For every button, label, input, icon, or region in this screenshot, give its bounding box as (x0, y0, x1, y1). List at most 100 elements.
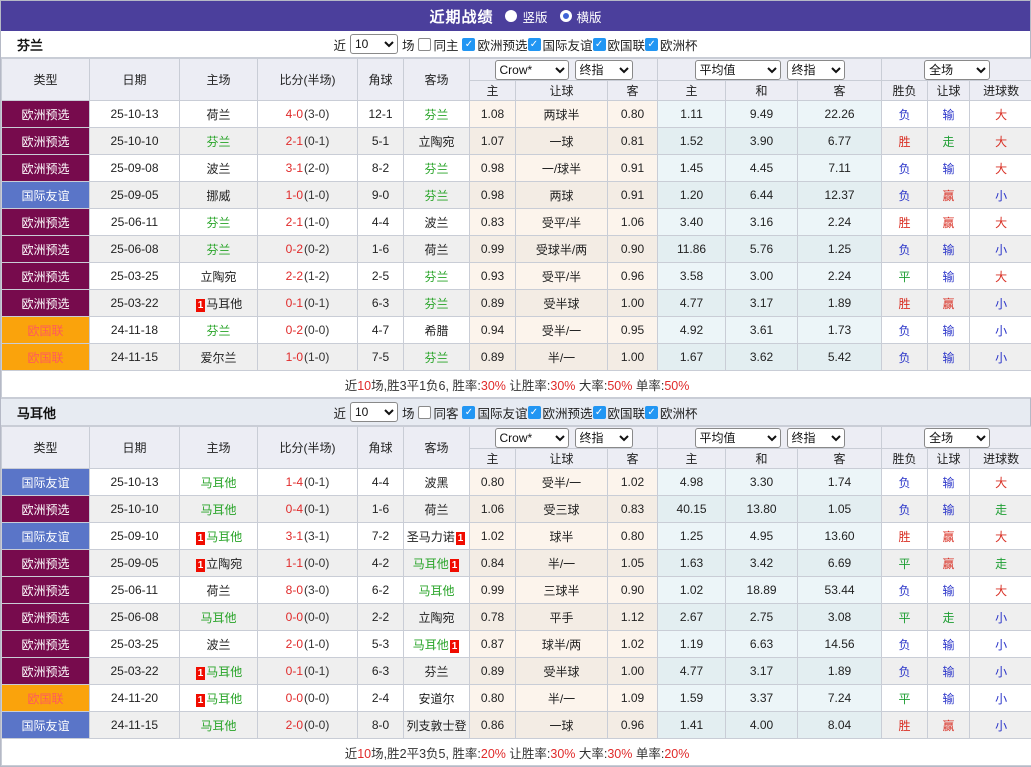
crow-home-odds: 1.02 (470, 523, 516, 550)
league-filter-checkbox[interactable]: ✓欧洲杯 (645, 35, 698, 54)
match-row: 国际友谊24-11-15马耳他2-0(0-0)8-0列支敦士登0.86一球0.9… (2, 712, 1031, 739)
games-count-select[interactable]: 10 (350, 402, 398, 422)
crow-away-odds: 1.09 (608, 685, 658, 712)
away-team-cell: 马耳他1 (404, 550, 470, 577)
score-cell: 0-0(0-0) (258, 685, 358, 712)
average-header: 平均值 终指 (658, 59, 882, 81)
league-filter-checkbox[interactable]: ✓欧洲杯 (645, 403, 698, 422)
summary-segment: 近 (345, 747, 358, 761)
games-count-select[interactable]: 10 (350, 34, 398, 54)
away-team-cell: 波兰 (404, 209, 470, 236)
same-venue-checkbox[interactable]: 同客 (418, 403, 458, 422)
crow-handicap: 受半球 (516, 290, 608, 317)
corners-cell: 2-4 (358, 685, 404, 712)
result-handicap: 输 (928, 685, 970, 712)
radio-unselected-icon (560, 10, 572, 22)
average-select[interactable]: 平均值 (695, 60, 781, 80)
league-filter-checkbox[interactable]: ✓欧洲预选 (462, 35, 527, 54)
crow-handicap: 平手 (516, 604, 608, 631)
summary-segment: 让胜率: (506, 747, 550, 761)
fulltime-score: 0-4 (286, 502, 303, 516)
results-table: 类型 日期 主场 比分(半场) 角球 客场 Crow* 终指 平均值 (1, 58, 1031, 398)
crow-home-odds: 0.80 (470, 685, 516, 712)
avg-away-odds: 1.74 (798, 469, 882, 496)
fulltime-score: 1-0 (286, 188, 303, 202)
crow-home-odds: 1.06 (470, 496, 516, 523)
result-goals: 大 (970, 263, 1031, 290)
summary-segment: 单率: (632, 747, 664, 761)
league-badge: 欧洲预选 (2, 550, 90, 577)
halftime-score: (1-0) (304, 637, 329, 651)
layout-radio-vertical[interactable]: 竖版 (505, 7, 547, 26)
team-name: 马耳他 (17, 403, 56, 422)
league-badge: 欧洲预选 (2, 236, 90, 263)
final-odds-select-1[interactable]: 终指 (575, 428, 633, 448)
summary-segment: 20% (664, 747, 689, 761)
result-handicap: 赢 (928, 523, 970, 550)
crow-home-odds: 0.86 (470, 712, 516, 739)
result-handicap: 走 (928, 128, 970, 155)
league-filter-checkbox[interactable]: ✓欧洲预选 (528, 403, 593, 422)
result-wdl: 平 (882, 685, 928, 712)
avg-home-odds: 1.45 (658, 155, 726, 182)
avg-away-odds: 6.69 (798, 550, 882, 577)
summary-segment: 50% (664, 379, 689, 393)
date-cell: 25-09-10 (90, 523, 180, 550)
league-filter-checkbox[interactable]: ✓欧国联 (593, 403, 646, 422)
league-badge: 国际友谊 (2, 469, 90, 496)
bookmaker-select[interactable]: Crow* (495, 60, 569, 80)
final-odds-select-2[interactable]: 终指 (787, 428, 845, 448)
result-goals: 大 (970, 209, 1031, 236)
avg-draw-odds: 3.00 (726, 263, 798, 290)
fulltime-score: 1-1 (286, 556, 303, 570)
crow-away-odds: 0.96 (608, 712, 658, 739)
avg-home-odds: 4.77 (658, 658, 726, 685)
average-select[interactable]: 平均值 (695, 428, 781, 448)
result-goals: 大 (970, 128, 1031, 155)
summary-segment: 让胜率: (506, 379, 550, 393)
same-venue-checkbox[interactable]: 同主 (418, 35, 458, 54)
score-cell: 4-0(3-0) (258, 101, 358, 128)
league-filter-checkbox[interactable]: ✓国际友谊 (528, 35, 593, 54)
date-cell: 25-10-10 (90, 128, 180, 155)
final-odds-select-1[interactable]: 终指 (575, 60, 633, 80)
summary-row: 近10场,胜2平3负5, 胜率:20% 让胜率:30% 大率:30% 单率:20… (2, 739, 1031, 766)
sub-col-goals: 进球数 (970, 81, 1031, 101)
fulltime-select[interactable]: 全场 (924, 428, 990, 448)
league-filter-checkbox[interactable]: ✓欧国联 (593, 35, 646, 54)
halftime-score: (0-0) (304, 691, 329, 705)
result-wdl: 负 (882, 631, 928, 658)
summary-segment: 大率: (575, 379, 607, 393)
games-suffix-label: 场 (402, 403, 415, 422)
home-team-cell: 马耳他 (180, 712, 258, 739)
league-filter-checkbox[interactable]: ✓国际友谊 (462, 403, 527, 422)
filter-controls: 近 10 场 同客 ✓国际友谊✓欧洲预选✓欧国联✓欧洲杯 (333, 402, 697, 422)
home-team-cell: 芬兰 (180, 317, 258, 344)
crow-home-odds: 0.93 (470, 263, 516, 290)
corners-cell: 8-0 (358, 712, 404, 739)
fulltime-score: 0-2 (286, 242, 303, 256)
near-label: 近 (333, 403, 346, 422)
crow-away-odds: 1.00 (608, 344, 658, 371)
bookmaker-select[interactable]: Crow* (495, 428, 569, 448)
sub-col-avg-draw: 和 (726, 81, 798, 101)
halftime-score: (0-1) (304, 296, 329, 310)
col-score: 比分(半场) (258, 59, 358, 101)
final-odds-select-2[interactable]: 终指 (787, 60, 845, 80)
score-cell: 1-4(0-1) (258, 469, 358, 496)
red-card-badge: 1 (196, 559, 206, 572)
summary-segment: 30% (481, 379, 506, 393)
recent-results-widget: 近期战绩 竖版 横版 芬兰 近 10 场 同主 ✓欧洲预选✓国际友谊✓欧 (0, 0, 1031, 767)
fulltime-score: 2-0 (286, 718, 303, 732)
crow-handicap: 受三球 (516, 496, 608, 523)
red-card-badge: 1 (196, 532, 206, 545)
date-cell: 25-10-13 (90, 469, 180, 496)
result-handicap: 输 (928, 101, 970, 128)
league-filter-label: 国际友谊 (543, 35, 593, 54)
crow-handicap: 球半 (516, 523, 608, 550)
layout-radio-horizontal[interactable]: 横版 (560, 7, 602, 26)
fulltime-select[interactable]: 全场 (924, 60, 990, 80)
crow-home-odds: 0.99 (470, 236, 516, 263)
avg-draw-odds: 6.63 (726, 631, 798, 658)
match-row: 欧洲预选25-03-25波兰2-0(1-0)5-3马耳他10.87球半/两1.0… (2, 631, 1031, 658)
